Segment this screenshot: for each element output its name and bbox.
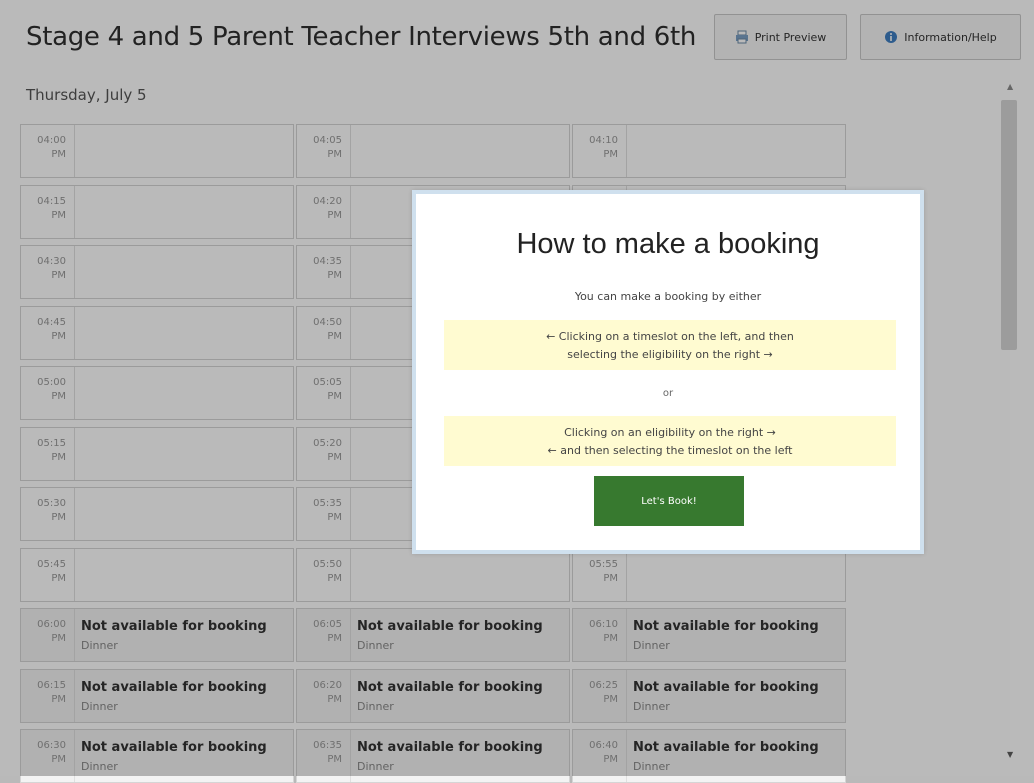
arrow-down-icon[interactable]: ▼ xyxy=(1007,750,1013,759)
scroll-thumb[interactable] xyxy=(1001,100,1017,350)
arrow-up-icon[interactable]: ▲ xyxy=(1007,82,1013,91)
or-separator: or xyxy=(662,388,674,399)
booking-help-modal: How to make a booking You can make a boo… xyxy=(412,190,924,554)
booking-option-1: ← Clicking on a timeslot on the left, an… xyxy=(444,320,896,370)
option2-line2: ← and then selecting the timeslot on the… xyxy=(547,444,793,457)
option1-line1: ← Clicking on a timeslot on the left, an… xyxy=(546,330,794,343)
option2-line1: Clicking on an eligibility on the right … xyxy=(564,426,776,439)
lets-book-button[interactable]: Let's Book! xyxy=(594,476,744,526)
modal-intro: You can make a booking by either xyxy=(574,290,762,303)
modal-title: How to make a booking xyxy=(516,228,820,260)
booking-option-2: Clicking on an eligibility on the right … xyxy=(444,416,896,466)
option1-line2: selecting the eligibility on the right → xyxy=(567,348,773,361)
scrollbar[interactable]: ▲ ▼ xyxy=(998,80,1022,770)
